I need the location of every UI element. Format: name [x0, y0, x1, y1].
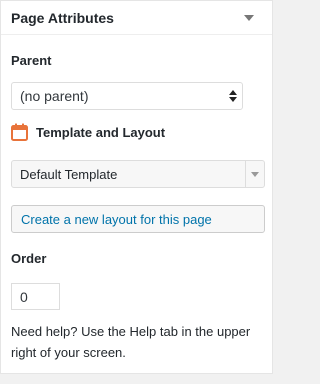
template-select[interactable]: Default Template: [11, 160, 265, 188]
create-layout-button[interactable]: Create a new layout for this page: [11, 205, 265, 233]
template-select-value: Default Template: [20, 166, 118, 182]
panel-title: Page Attributes: [11, 9, 114, 26]
select-updown-icon: [229, 90, 237, 102]
order-label: Order: [11, 251, 47, 266]
collapse-toggle-icon[interactable]: [244, 14, 254, 21]
help-text: Need help? Use the Help tab in the upper…: [11, 324, 251, 360]
panel-header: Page Attributes: [1, 1, 272, 35]
parent-label: Parent: [11, 53, 52, 68]
order-input[interactable]: 0: [11, 283, 60, 310]
calendar-icon: [11, 123, 28, 141]
template-heading-row: Template and Layout: [11, 123, 165, 141]
template-heading: Template and Layout: [36, 124, 166, 140]
parent-select-value: (no parent): [20, 88, 89, 104]
page-attributes-panel: Page Attributes Parent (no parent) Templ…: [0, 0, 273, 374]
parent-select[interactable]: (no parent): [11, 82, 243, 110]
chevron-down-icon: [245, 161, 264, 187]
